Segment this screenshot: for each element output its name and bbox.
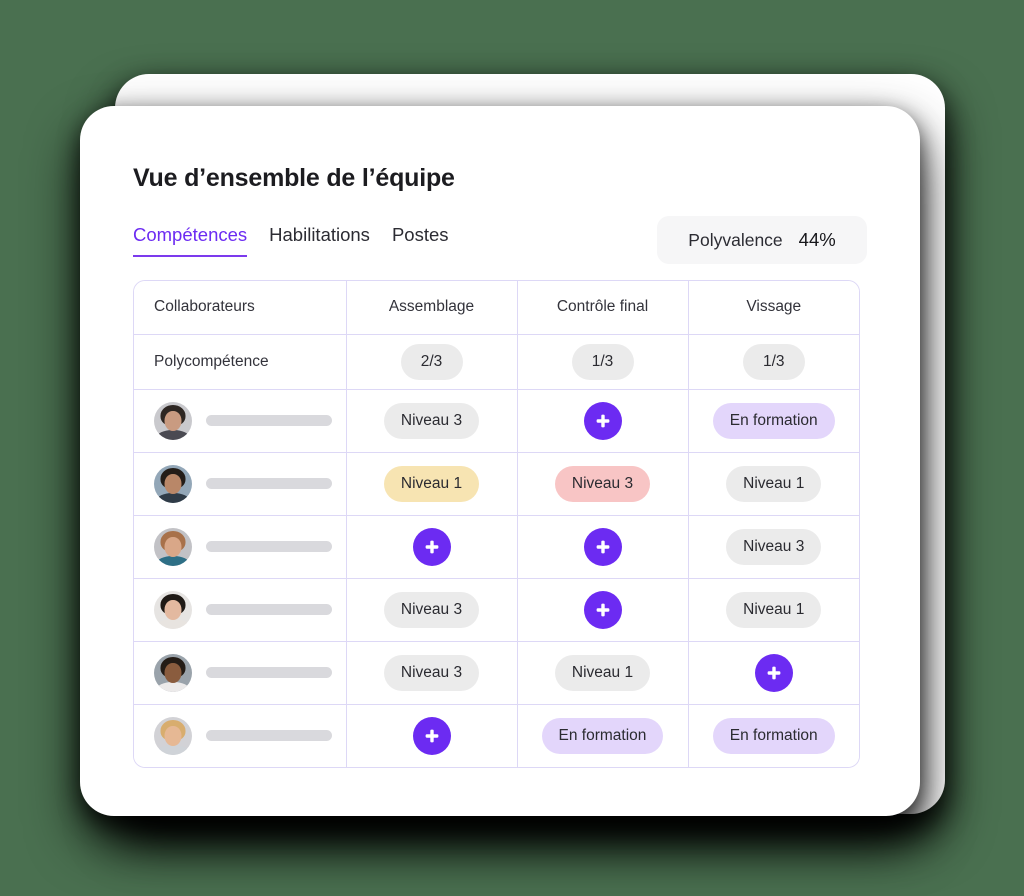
- collaborator: [154, 653, 346, 692]
- collaborator-cell: [134, 452, 347, 516]
- column-header-2: Contrôle final: [517, 281, 689, 335]
- skill-cell: [688, 641, 859, 705]
- collaborator-name-placeholder: [206, 541, 332, 552]
- collaborator-name-placeholder: [206, 478, 332, 489]
- skill-level-badge[interactable]: En formation: [541, 717, 664, 754]
- tab-habilitations[interactable]: Habilitations: [269, 224, 370, 257]
- ratio-pill: 1/3: [571, 343, 634, 380]
- skill-cell: [517, 389, 689, 453]
- tab-comp-tences[interactable]: Compétences: [133, 224, 248, 257]
- plus-icon: [425, 540, 438, 553]
- polycompetence-label: Polycompétence: [134, 334, 347, 390]
- column-header-1: Assemblage: [346, 281, 518, 335]
- table-row: Niveau 3 En formation: [134, 389, 859, 453]
- column-header-0: Collaborateurs: [134, 281, 347, 335]
- skill-level-badge[interactable]: Niveau 3: [383, 654, 480, 691]
- skill-cell: [346, 704, 518, 767]
- collaborator: [154, 590, 346, 629]
- skill-level-badge[interactable]: Niveau 3: [383, 591, 480, 628]
- polycompetence-cell: 1/3: [688, 334, 859, 390]
- skill-level-badge[interactable]: Niveau 1: [554, 654, 651, 691]
- team-overview-card: Vue d’ensemble de l’équipe Compétences Ha…: [80, 106, 920, 816]
- tab-bar: Compétences Habilitations Postes: [133, 224, 449, 257]
- add-skill-button[interactable]: [583, 401, 622, 440]
- skill-cell: Niveau 1: [688, 578, 859, 642]
- avatar: [154, 527, 192, 566]
- collaborator: [154, 716, 346, 755]
- screenshot-stage: Vue d’ensemble de l’équipe Compétences Ha…: [0, 0, 1024, 896]
- collaborator: [154, 464, 346, 503]
- ratio-pill: 2/3: [400, 343, 463, 380]
- add-skill-button[interactable]: [754, 653, 793, 692]
- skill-cell: En formation: [688, 389, 859, 453]
- skill-cell: Niveau 1: [346, 452, 518, 516]
- polycompetence-row: Polycompétence 2/3 1/3 1/3: [134, 334, 859, 390]
- skill-level-badge[interactable]: Niveau 1: [726, 591, 822, 628]
- table-row: Niveau 3: [134, 515, 859, 579]
- skill-cell: [517, 578, 689, 642]
- avatar: [154, 716, 192, 755]
- avatar: [154, 464, 192, 503]
- collaborator-cell: [134, 578, 347, 642]
- avatar: [154, 401, 192, 440]
- skill-cell: [517, 515, 689, 579]
- polyvalence-value: 44%: [798, 229, 836, 250]
- collaborator-name-placeholder: [206, 730, 332, 742]
- avatar: [154, 653, 192, 692]
- collaborator-name-placeholder: [206, 604, 332, 615]
- add-skill-button[interactable]: [412, 527, 451, 566]
- add-skill-button[interactable]: [583, 527, 622, 566]
- ratio-pill: 1/3: [742, 343, 805, 380]
- table-row: En formation En formation: [134, 704, 859, 767]
- plus-icon: [425, 729, 438, 743]
- collaborator-cell: [134, 515, 347, 579]
- collaborator: [154, 401, 346, 440]
- skill-cell: En formation: [517, 704, 689, 767]
- collaborator-cell: [134, 704, 347, 767]
- skill-level-badge[interactable]: En formation: [712, 717, 835, 754]
- skill-cell: Niveau 1: [688, 452, 859, 516]
- skill-cell: Niveau 3: [346, 389, 518, 453]
- skill-cell: Niveau 3: [688, 515, 859, 579]
- plus-icon: [596, 603, 609, 616]
- skill-cell: En formation: [688, 704, 859, 767]
- polyvalence-label: Polyvalence: [688, 229, 783, 250]
- skill-level-badge[interactable]: Niveau 1: [383, 465, 480, 502]
- skill-cell: Niveau 1: [517, 641, 689, 705]
- table-row: Niveau 1 Niveau 3 Niveau 1: [134, 452, 859, 516]
- skill-level-badge[interactable]: Niveau 1: [726, 465, 822, 502]
- plus-icon: [596, 414, 609, 427]
- add-skill-button[interactable]: [412, 716, 451, 755]
- column-header-3: Vissage: [688, 281, 859, 335]
- plus-icon: [596, 540, 609, 553]
- skill-cell: Niveau 3: [517, 452, 689, 516]
- polycompetence-cell: 1/3: [517, 334, 689, 390]
- table-row: Niveau 3 Niveau 1: [134, 578, 859, 642]
- polyvalence-badge: Polyvalence 44%: [657, 216, 867, 264]
- table-head: Collaborateurs Assemblage Contrôle final Vi…: [134, 281, 859, 335]
- skill-level-badge[interactable]: Niveau 3: [726, 528, 822, 565]
- skills-table: Collaborateurs Assemblage Contrôle final Vi…: [134, 281, 859, 767]
- skill-cell: Niveau 3: [346, 578, 518, 642]
- avatar: [154, 590, 192, 629]
- add-skill-button[interactable]: [583, 590, 622, 629]
- plus-icon: [767, 666, 781, 679]
- collaborator: [154, 527, 346, 566]
- skill-level-badge[interactable]: Niveau 3: [383, 402, 480, 439]
- table-header-row: Collaborateurs Assemblage Contrôle final Vi…: [134, 281, 859, 335]
- skill-level-badge[interactable]: Niveau 3: [554, 465, 651, 502]
- table-body: Polycompétence 2/3 1/3 1/3 Niveau 3 En format…: [134, 334, 859, 767]
- collaborator-name-placeholder: [206, 667, 332, 678]
- skill-cell: Niveau 3: [346, 641, 518, 705]
- collaborator-cell: [134, 641, 347, 705]
- skill-cell: [346, 515, 518, 579]
- collaborator-cell: [134, 389, 347, 453]
- skills-table-container: Collaborateurs Assemblage Contrôle final Vi…: [133, 280, 860, 768]
- tab-postes[interactable]: Postes: [392, 224, 449, 257]
- page-title: Vue d’ensemble de l’équipe: [133, 164, 455, 192]
- collaborator-name-placeholder: [206, 415, 332, 426]
- table-row: Niveau 3 Niveau 1: [134, 641, 859, 705]
- skill-level-badge[interactable]: En formation: [712, 402, 835, 439]
- polycompetence-cell: 2/3: [346, 334, 518, 390]
